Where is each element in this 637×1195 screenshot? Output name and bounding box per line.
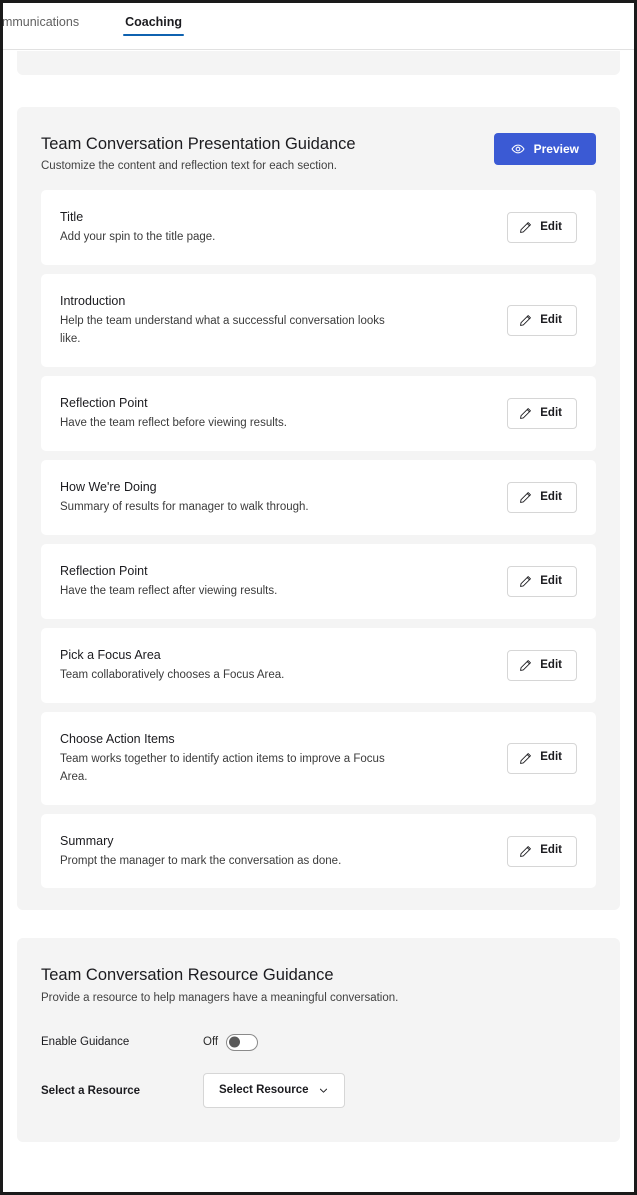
pencil-icon [519,659,532,672]
section-row-summary[interactable]: Summary Prompt the manager to mark the c… [41,813,596,889]
edit-button-label: Edit [540,844,562,857]
resource-card-title: Team Conversation Resource Guidance [41,966,334,985]
edit-button-label: Edit [540,313,562,326]
page-title: Team Conversation Presentation Guidance [41,135,356,153]
previous-card-stub [17,51,620,75]
section-row-title[interactable]: Title Add your spin to the title page. E… [41,190,596,266]
edit-button-label: Edit [540,658,562,671]
edit-button-label: Edit [540,490,562,503]
section-text: Reflection Point Have the team reflect a… [60,562,493,601]
section-title: Choose Action Items [60,731,175,746]
edit-button[interactable]: Edit [507,742,577,774]
section-row-introduction[interactable]: Introduction Help the team understand wh… [41,274,596,368]
section-text: Reflection Point Have the team reflect b… [60,394,493,433]
app-window: ommunications Coaching Team Conversation… [0,0,637,1195]
select-resource-label: Select a Resource [41,1084,141,1097]
select-resource-dropdown[interactable]: Select Resource [203,1072,345,1109]
page-subtitle: Customize the content and reflection tex… [41,160,337,173]
edit-button-label: Edit [540,751,562,764]
presentation-card-header: Team Conversation Presentation Guidance … [41,133,596,190]
section-title: Reflection Point [60,396,148,411]
edit-button[interactable]: Edit [507,212,577,244]
tab-bar: ommunications Coaching [3,3,634,50]
edit-button[interactable]: Edit [507,481,577,513]
tab-coaching-label: Coaching [125,15,183,29]
section-description: Have the team reflect before viewing res… [60,417,287,430]
section-title: Introduction [60,294,126,309]
pencil-icon [519,491,532,504]
edit-button-label: Edit [540,221,562,234]
pencil-icon [519,314,532,327]
section-row-pick-a-focus-area[interactable]: Pick a Focus Area Team collaboratively c… [41,627,596,703]
section-row-reflection-point-after[interactable]: Reflection Point Have the team reflect a… [41,543,596,619]
section-description: Team collaboratively chooses a Focus Are… [60,668,285,681]
toggle-thumb [229,1036,241,1048]
section-description: Have the team reflect after viewing resu… [60,585,278,598]
pencil-icon [519,575,532,588]
section-text: Title Add your spin to the title page. [60,208,493,247]
edit-button-label: Edit [540,406,562,419]
tab-active-underline [123,34,185,36]
preview-button[interactable]: Preview [493,133,596,165]
edit-button[interactable]: Edit [507,565,577,597]
section-description: Help the team understand what a successf… [60,315,385,346]
section-title: Reflection Point [60,563,148,578]
presentation-guidance-card: Team Conversation Presentation Guidance … [17,107,620,911]
select-resource-value: Select Resource [219,1083,309,1096]
section-row-reflection-point-before[interactable]: Reflection Point Have the team reflect b… [41,376,596,451]
enable-guidance-toggle[interactable] [226,1033,259,1051]
pencil-icon [519,752,532,765]
page-content: Team Conversation Presentation Guidance … [3,51,634,1143]
section-description: Summary of results for manager to walk t… [60,501,309,514]
toggle-state-label: Off [203,1036,219,1049]
section-title: Title [60,210,84,225]
pencil-icon [519,407,532,420]
section-title: Summary [60,833,114,848]
section-text: Pick a Focus Area Team collaboratively c… [60,646,493,685]
section-text: Introduction Help the team understand wh… [60,292,493,349]
enable-guidance-label: Enable Guidance [41,1036,130,1049]
presentation-card-heading-group: Team Conversation Presentation Guidance … [41,133,356,174]
section-description: Team works together to identify action i… [60,752,385,783]
pencil-icon [519,845,532,858]
section-title: How We're Doing [60,479,157,494]
edit-button-label: Edit [540,574,562,587]
pencil-icon [519,221,532,234]
select-resource-field: Select a Resource Select Resource [41,1072,596,1109]
section-text: Summary Prompt the manager to mark the c… [60,832,493,871]
enable-guidance-field: Enable Guidance Off [41,1033,596,1051]
section-text: How We're Doing Summary of results for m… [60,478,493,517]
section-text: Choose Action Items Team works together … [60,730,493,787]
tab-coaching[interactable]: Coaching [123,3,185,40]
edit-button[interactable]: Edit [507,649,577,681]
edit-button[interactable]: Edit [507,398,577,430]
section-row-choose-action-items[interactable]: Choose Action Items Team works together … [41,711,596,805]
edit-button[interactable]: Edit [507,305,577,337]
chevron-down-icon [318,1085,329,1096]
section-list: Title Add your spin to the title page. E… [41,190,596,889]
resource-guidance-card: Team Conversation Resource Guidance Prov… [17,938,620,1143]
preview-button-label: Preview [533,142,579,156]
section-row-how-were-doing[interactable]: How We're Doing Summary of results for m… [41,459,596,535]
section-description: Add your spin to the title page. [60,231,216,244]
section-title: Pick a Focus Area [60,647,161,662]
resource-card-subtitle: Provide a resource to help managers have… [41,991,399,1004]
eye-icon [511,142,525,156]
edit-button[interactable]: Edit [507,835,577,867]
tab-communications[interactable]: ommunications [0,3,81,40]
section-description: Prompt the manager to mark the conversat… [60,854,342,867]
enable-guidance-control: Off [203,1033,259,1051]
tab-communications-label: ommunications [0,15,80,29]
